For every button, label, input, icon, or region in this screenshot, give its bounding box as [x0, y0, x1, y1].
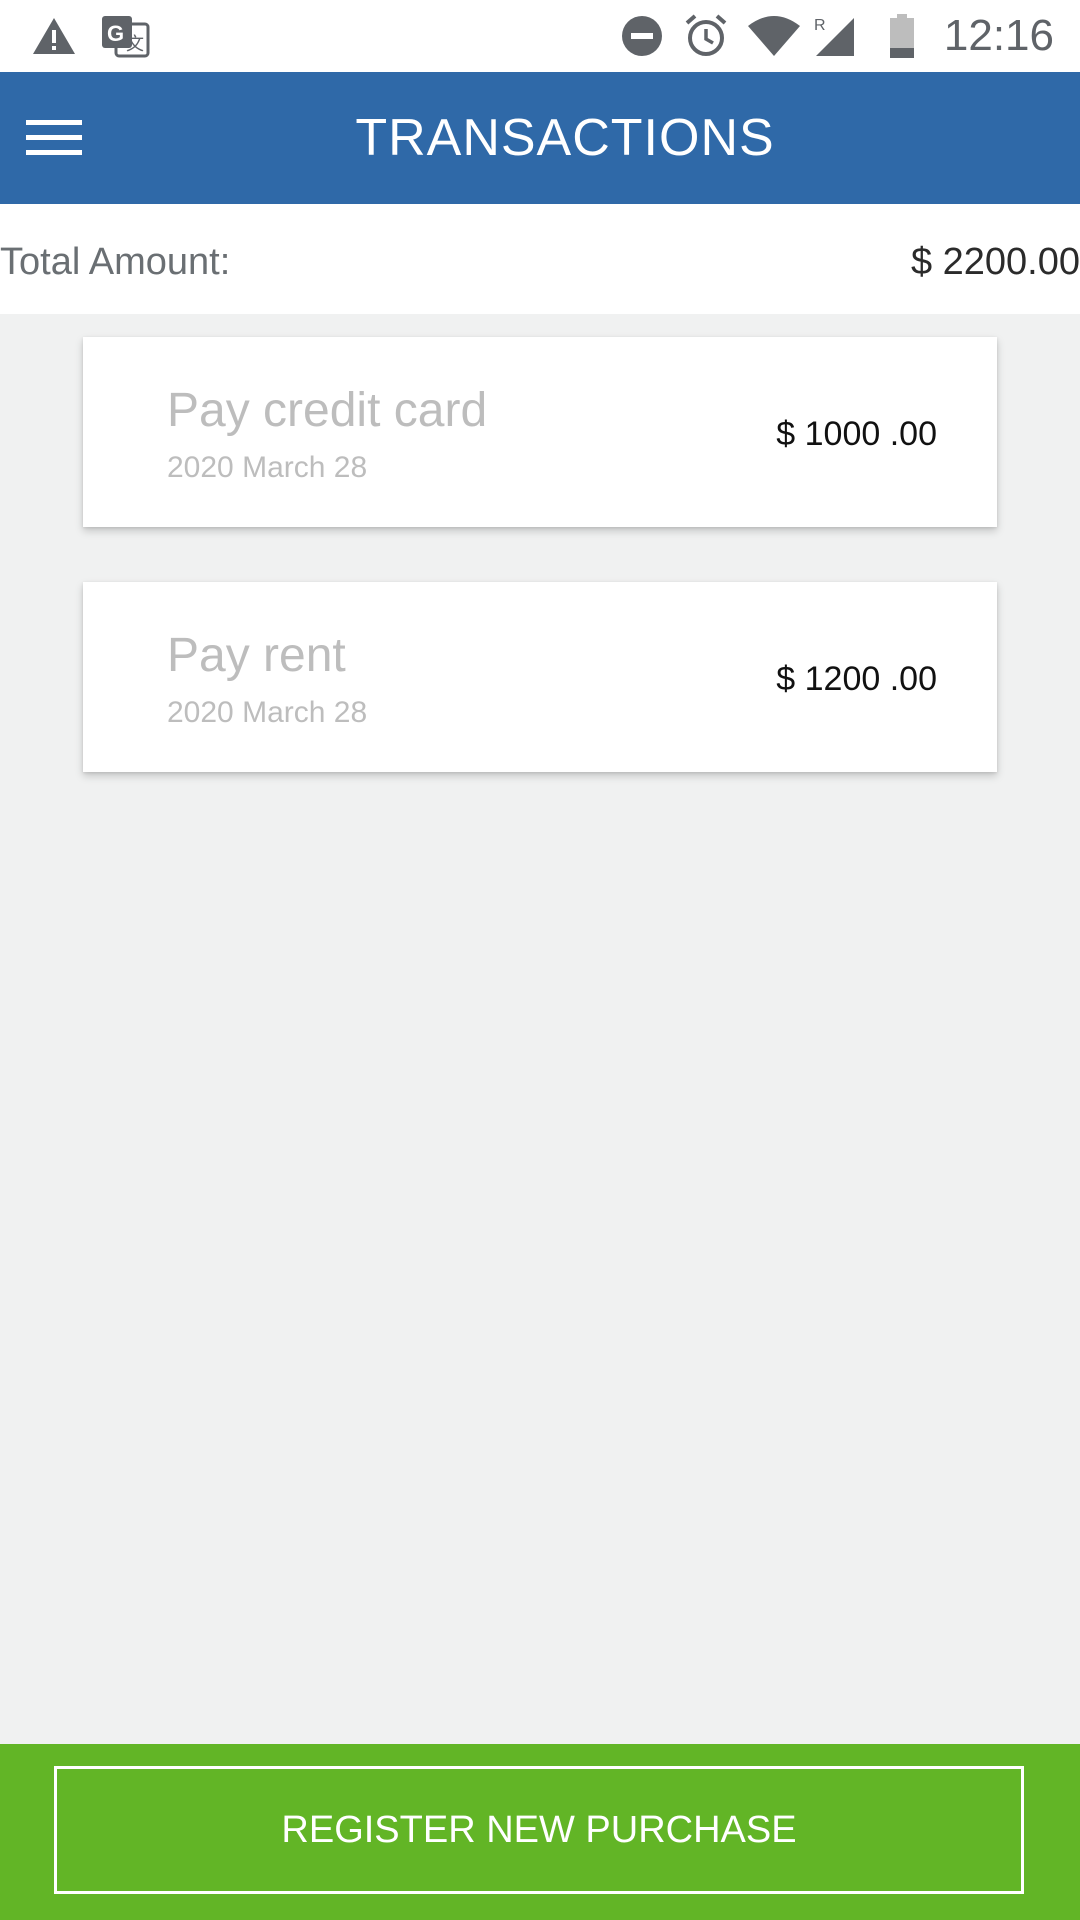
transactions-screen: G 文 R 12:16 TRANSACTIONS Total Amount: $…: [0, 0, 1080, 1920]
transaction-title: Pay credit card: [167, 384, 488, 437]
transaction-card[interactable]: Pay rent 2020 March 28 $ 1200 .00: [83, 582, 997, 772]
total-label: Total Amount:: [0, 241, 231, 283]
total-value: $ 2200.00: [910, 241, 1080, 283]
total-summary: Total Amount: $ 2200.00: [0, 204, 1080, 314]
transaction-title: Pay rent: [167, 629, 346, 682]
battery-icon: [890, 14, 914, 58]
status-bar: G 文 R 12:16: [0, 0, 1080, 72]
transaction-card[interactable]: Pay credit card 2020 March 28 $ 1000 .00: [83, 337, 997, 527]
wifi-icon: [748, 16, 800, 56]
transaction-amount: $ 1200 .00: [776, 660, 937, 698]
register-new-purchase-button[interactable]: REGISTER NEW PURCHASE: [54, 1766, 1024, 1894]
page-title: TRANSACTIONS: [355, 109, 775, 167]
svg-text:G: G: [107, 21, 124, 46]
transaction-date: 2020 March 28: [167, 696, 368, 729]
warning-icon: [33, 18, 75, 54]
bottom-action-bar: REGISTER NEW PURCHASE: [0, 1744, 1080, 1920]
alarm-icon: [685, 14, 727, 56]
svg-text:R: R: [814, 17, 826, 34]
status-time: 12:16: [943, 11, 1054, 60]
app-bar: TRANSACTIONS: [0, 72, 1080, 204]
signal-roaming-icon: R: [814, 17, 854, 56]
transaction-date: 2020 March 28: [167, 451, 368, 484]
svg-text:文: 文: [126, 34, 144, 54]
transaction-amount: $ 1000 .00: [776, 415, 937, 453]
translate-icon: G 文: [102, 16, 150, 58]
do-not-disturb-icon: [622, 16, 662, 56]
